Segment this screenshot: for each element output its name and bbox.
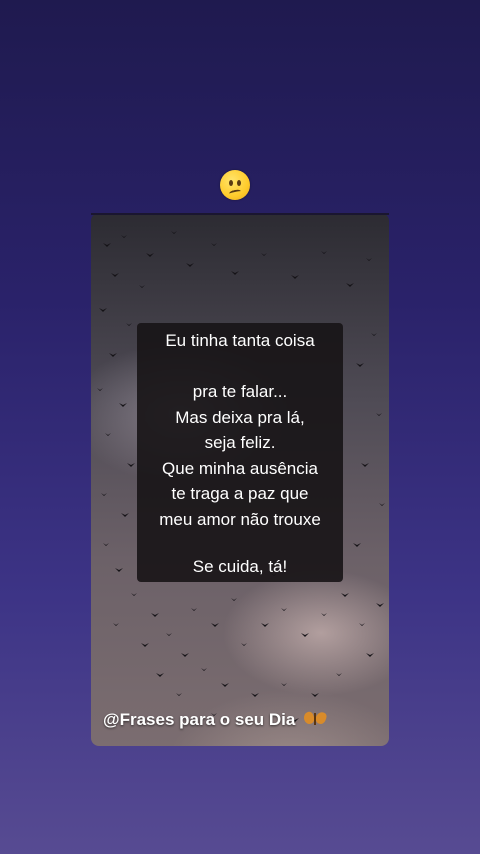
footer-text: @Frases para o seu Dia — [103, 710, 296, 729]
quote-line: Que minha ausência — [162, 459, 318, 478]
emoji-left-eye — [229, 180, 233, 186]
confused-face-icon — [220, 170, 250, 200]
quote-line: Mas deixa pra lá, — [175, 408, 305, 427]
quote-line: pra te falar... — [192, 382, 288, 401]
quote-line: meu amor não trouxe — [159, 510, 321, 529]
quote-line: te traga a paz que — [171, 484, 309, 503]
quote-line: Se cuida, tá! — [192, 557, 288, 576]
emoji-mouth — [228, 188, 242, 197]
butterfly-icon — [302, 710, 328, 727]
footer-caption: @Frases para o seu Dia — [103, 710, 328, 730]
photo-top-border — [91, 213, 389, 215]
quote-box: Eu tinha tanta coisa pra te falar... Mas… — [137, 323, 343, 582]
quote-line: Eu tinha tanta coisa — [165, 331, 315, 350]
quote-line: seja feliz. — [204, 433, 276, 452]
emoji-right-eye — [237, 180, 241, 186]
